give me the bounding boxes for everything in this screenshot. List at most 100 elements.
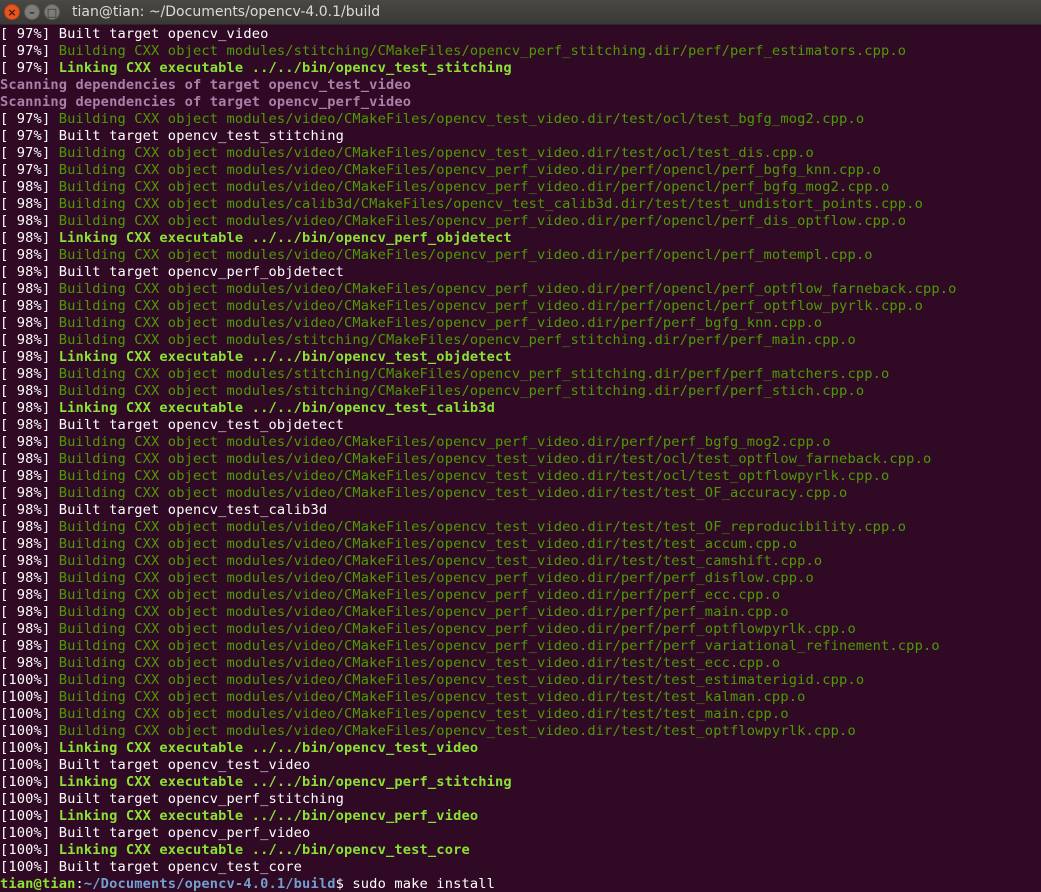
build-message: Building CXX object modules/video/CMakeF…	[50, 519, 907, 535]
terminal-line: [ 98%] Building CXX object modules/video…	[0, 434, 1041, 451]
build-message: Building CXX object modules/video/CMakeF…	[50, 451, 932, 467]
link-message: Linking CXX executable ../../bin/opencv_…	[50, 400, 496, 416]
progress-percent: [100%]	[0, 689, 51, 705]
built-message: Built target opencv_perf_stitching	[50, 791, 345, 807]
progress-percent: [ 97%]	[0, 111, 51, 127]
terminal-line: [ 98%] Building CXX object modules/video…	[0, 570, 1041, 587]
progress-percent: [ 97%]	[0, 60, 51, 76]
progress-percent: [ 97%]	[0, 26, 51, 42]
shell-prompt-line[interactable]: tian@tian:~/Documents/opencv-4.0.1/build…	[0, 876, 1041, 892]
build-message: Building CXX object modules/video/CMakeF…	[50, 111, 865, 127]
scan-message: Scanning dependencies of target opencv_t…	[0, 77, 412, 93]
terminal-line: [100%] Built target opencv_perf_stitchin…	[0, 791, 1041, 808]
built-message: Built target opencv_test_core	[50, 859, 303, 875]
progress-percent: [ 97%]	[0, 43, 51, 59]
prompt-user-host: tian@tian	[0, 876, 76, 892]
terminal-line: [ 98%] Building CXX object modules/video…	[0, 621, 1041, 638]
progress-percent: [ 98%]	[0, 315, 51, 331]
progress-percent: [ 98%]	[0, 638, 51, 654]
build-message: Building CXX object modules/stitching/CM…	[50, 366, 890, 382]
build-message: Building CXX object modules/video/CMakeF…	[50, 604, 789, 620]
built-message: Built target opencv_perf_objdetect	[50, 264, 345, 280]
terminal-line: [ 98%] Linking CXX executable ../../bin/…	[0, 400, 1041, 417]
title-bar: × – □ tian@tian: ~/Documents/opencv-4.0.…	[0, 0, 1041, 25]
terminal-line: [100%] Linking CXX executable ../../bin/…	[0, 808, 1041, 825]
progress-percent: [100%]	[0, 672, 51, 688]
build-message: Building CXX object modules/stitching/CM…	[50, 383, 865, 399]
minimize-window-button[interactable]: –	[24, 4, 40, 20]
build-message: Building CXX object modules/video/CMakeF…	[50, 315, 823, 331]
build-message: Building CXX object modules/video/CMakeF…	[50, 553, 823, 569]
progress-percent: [100%]	[0, 706, 51, 722]
build-message: Building CXX object modules/video/CMakeF…	[50, 621, 856, 637]
progress-percent: [ 98%]	[0, 281, 51, 297]
terminal-line: [ 98%] Building CXX object modules/video…	[0, 553, 1041, 570]
build-message: Building CXX object modules/video/CMakeF…	[50, 706, 789, 722]
terminal-line: [ 97%] Building CXX object modules/stitc…	[0, 43, 1041, 60]
terminal-window: × – □ tian@tian: ~/Documents/opencv-4.0.…	[0, 0, 1041, 892]
terminal-line: [100%] Built target opencv_test_video	[0, 757, 1041, 774]
terminal-line: [100%] Building CXX object modules/video…	[0, 672, 1041, 689]
progress-percent: [ 98%]	[0, 655, 51, 671]
scan-message: Scanning dependencies of target opencv_p…	[0, 94, 412, 110]
terminal-line: [ 98%] Building CXX object modules/stitc…	[0, 366, 1041, 383]
terminal-line: [100%] Built target opencv_test_core	[0, 859, 1041, 876]
terminal-line: [ 98%] Building CXX object modules/video…	[0, 604, 1041, 621]
terminal-line: [ 98%] Building CXX object modules/video…	[0, 655, 1041, 672]
build-message: Building CXX object modules/video/CMakeF…	[50, 162, 882, 178]
progress-percent: [100%]	[0, 791, 51, 807]
maximize-window-button[interactable]: □	[44, 4, 60, 20]
terminal-line: [100%] Building CXX object modules/video…	[0, 689, 1041, 706]
progress-percent: [ 98%]	[0, 179, 51, 195]
progress-percent: [100%]	[0, 808, 51, 824]
build-message: Building CXX object modules/video/CMakeF…	[50, 247, 873, 263]
build-message: Building CXX object modules/video/CMakeF…	[50, 655, 781, 671]
terminal-line: [ 98%] Building CXX object modules/video…	[0, 536, 1041, 553]
build-message: Building CXX object modules/video/CMakeF…	[50, 723, 856, 739]
terminal-line: [ 98%] Built target opencv_test_objdetec…	[0, 417, 1041, 434]
built-message: Built target opencv_test_objdetect	[50, 417, 345, 433]
progress-percent: [ 98%]	[0, 230, 51, 246]
progress-percent: [ 98%]	[0, 434, 51, 450]
terminal-line: [ 98%] Building CXX object modules/stitc…	[0, 332, 1041, 349]
link-message: Linking CXX executable ../../bin/opencv_…	[50, 740, 479, 756]
build-message: Building CXX object modules/video/CMakeF…	[50, 536, 798, 552]
built-message: Built target opencv_perf_video	[50, 825, 311, 841]
close-window-button[interactable]: ×	[4, 4, 20, 20]
terminal-line: [ 97%] Linking CXX executable ../../bin/…	[0, 60, 1041, 77]
build-message: Building CXX object modules/video/CMakeF…	[50, 570, 814, 586]
link-message: Linking CXX executable ../../bin/opencv_…	[50, 349, 512, 365]
link-message: Linking CXX executable ../../bin/opencv_…	[50, 808, 479, 824]
terminal-line: [ 98%] Building CXX object modules/stitc…	[0, 383, 1041, 400]
terminal-line: [ 97%] Building CXX object modules/video…	[0, 162, 1041, 179]
build-message: Building CXX object modules/video/CMakeF…	[50, 213, 907, 229]
terminal-line: [ 98%] Building CXX object modules/video…	[0, 451, 1041, 468]
progress-percent: [ 97%]	[0, 162, 51, 178]
progress-percent: [ 98%]	[0, 570, 51, 586]
build-message: Building CXX object modules/video/CMakeF…	[50, 281, 957, 297]
progress-percent: [ 98%]	[0, 451, 51, 467]
prompt-symbol: $	[335, 876, 353, 892]
terminal-line: [ 97%] Built target opencv_test_stitchin…	[0, 128, 1041, 145]
terminal-line: [ 98%] Building CXX object modules/video…	[0, 247, 1041, 264]
build-message: Building CXX object modules/video/CMakeF…	[50, 485, 848, 501]
built-message: Built target opencv_test_video	[50, 757, 311, 773]
build-message: Building CXX object modules/video/CMakeF…	[50, 179, 890, 195]
build-message: Building CXX object modules/video/CMakeF…	[50, 672, 865, 688]
terminal-line: [ 98%] Linking CXX executable ../../bin/…	[0, 349, 1041, 366]
terminal-output[interactable]: [ 97%] Built target opencv_video[ 97%] B…	[0, 25, 1041, 892]
build-message: Building CXX object modules/calib3d/CMak…	[50, 196, 923, 212]
progress-percent: [100%]	[0, 825, 51, 841]
progress-percent: [100%]	[0, 740, 51, 756]
terminal-line: [100%] Building CXX object modules/video…	[0, 723, 1041, 740]
command-input[interactable]: sudo make install	[352, 876, 495, 892]
terminal-line: [ 97%] Building CXX object modules/video…	[0, 111, 1041, 128]
terminal-line: [ 98%] Building CXX object modules/video…	[0, 179, 1041, 196]
build-message: Building CXX object modules/video/CMakeF…	[50, 468, 890, 484]
terminal-line: Scanning dependencies of target opencv_t…	[0, 77, 1041, 94]
build-message: Building CXX object modules/stitching/CM…	[50, 43, 907, 59]
terminal-line: [100%] Building CXX object modules/video…	[0, 706, 1041, 723]
progress-percent: [ 97%]	[0, 128, 51, 144]
progress-percent: [ 97%]	[0, 145, 51, 161]
progress-percent: [ 98%]	[0, 621, 51, 637]
